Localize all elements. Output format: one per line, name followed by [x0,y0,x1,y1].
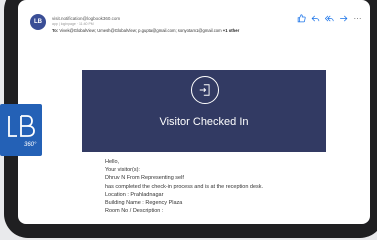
email-actions: ··· [297,14,362,23]
email-screen: LB visit.notification@logbook360.com app… [18,0,370,224]
reply-icon[interactable] [311,14,320,23]
to-label: To: [52,28,59,33]
recipients-line: To: Vivek@GlobalView; Umesh@GlobalView; … [52,28,239,33]
banner-title: Visitor Checked In [159,116,249,128]
greeting-line: Hello, [105,159,120,165]
forward-icon[interactable] [339,14,348,23]
checkin-status: has completed the check-in process and i… [105,183,264,190]
building-line: Building Name : Regency Plaza [105,200,183,207]
reply-all-icon[interactable] [325,14,334,23]
more-options-icon[interactable]: ··· [353,14,362,23]
tablet-frame: LB visit.notification@logbook360.com app… [4,0,377,238]
logo-sub-text: 360° [24,142,37,148]
door-enter-icon [191,76,219,104]
recipients-list: Vivek@GlobalView; Umesh@GlobalView; p.gu… [59,28,222,33]
sender-address[interactable]: visit.notification@logbook360.com [52,16,120,21]
room-line: Room No / Description : [105,208,164,215]
visitor-checked-in-banner: Visitor Checked In [82,70,326,152]
logbook-logo: 360° [0,104,42,156]
sender-avatar: LB [30,14,46,30]
thumbs-up-icon[interactable] [297,14,306,23]
other-recipients-link[interactable]: +1 other [223,28,239,33]
email-header: LB visit.notification@logbook360.com app… [30,14,362,54]
location-line: Location : Prahladnagar [105,191,164,198]
visitors-label: Your visitor(s): [105,167,140,174]
message-body: Hello, Your visitor(s): Dhruv N From Rep… [105,158,263,215]
email-meta: app | loginpage · 11:40 PM [52,22,94,26]
visitor-name: Dhruv N From Representing self [105,175,184,182]
